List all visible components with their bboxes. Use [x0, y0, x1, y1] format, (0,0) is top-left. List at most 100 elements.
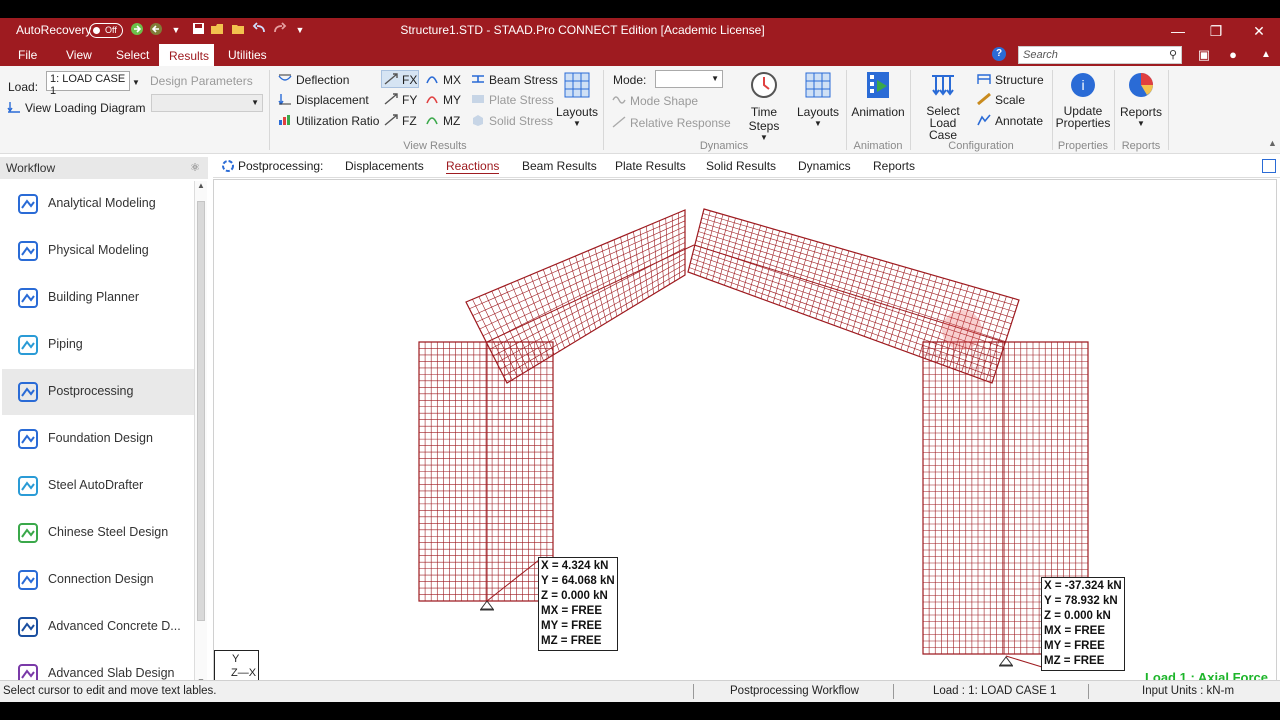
scale-button[interactable]: Scale: [977, 93, 1025, 107]
status-units: Input Units : kN-m: [1142, 685, 1235, 697]
scroll-up-icon[interactable]: ▲: [195, 181, 207, 195]
layouts-label: Layouts: [797, 105, 840, 119]
sidebar-item-postprocessing[interactable]: Postprocessing: [2, 369, 194, 415]
close-icon[interactable]: ✕: [1247, 21, 1271, 41]
community-icon[interactable]: ▣: [1196, 47, 1212, 63]
displacement-button[interactable]: Displacement: [278, 93, 369, 107]
divider: [1052, 70, 1053, 150]
reaction-label-right[interactable]: X = -37.324 kN Y = 78.932 kN Z = 0.000 kN M…: [1041, 577, 1125, 671]
select-load-case-button[interactable]: Select Load Case: [914, 70, 972, 141]
scrollbar-thumb[interactable]: [197, 201, 205, 621]
animation-group-label: Animation: [853, 140, 903, 152]
configuration-group-label: Configuration: [948, 140, 1014, 152]
tab-beam-results[interactable]: Beam Results: [522, 159, 597, 173]
restore-icon[interactable]: ❐: [1204, 21, 1228, 41]
postprocessing-tabbar: Postprocessing: Displacements Reactions …: [213, 156, 1280, 178]
layouts-icon: [805, 72, 831, 98]
tab-results[interactable]: Results: [159, 44, 214, 66]
mode-label: Mode:: [613, 73, 647, 87]
sidebar-item-physical-modeling[interactable]: Physical Modeling: [2, 228, 194, 274]
tab-solid-results[interactable]: Solid Results: [706, 159, 776, 173]
workflow-icon: [18, 288, 38, 308]
view-results-layouts-button[interactable]: Layouts ▼: [556, 70, 598, 128]
tab-utilities[interactable]: Utilities: [218, 44, 277, 66]
left-rafter[interactable]: [465, 209, 686, 384]
workflow-title: Workflow: [6, 161, 56, 175]
sidebar-item-chinese-steel-design[interactable]: Chinese Steel Design: [2, 510, 194, 556]
support-right[interactable]: [999, 656, 1013, 666]
sidebar-item-steel-autodrafter[interactable]: Steel AutoDrafter: [2, 463, 194, 509]
my-button[interactable]: MY: [425, 93, 461, 107]
tab-displacements[interactable]: Displacements: [345, 159, 424, 173]
fy-button[interactable]: FY: [384, 93, 417, 107]
sidebar-item-analytical-modeling[interactable]: Analytical Modeling: [2, 181, 194, 227]
time-steps-button[interactable]: Time Steps ▼: [735, 70, 793, 142]
tab-select[interactable]: Select: [106, 44, 159, 66]
reaction-line: MY = FREE: [541, 620, 602, 632]
window-title: Structure1.STD - STAAD.Pro CONNECT Editi…: [400, 23, 765, 37]
reaction-leader-left[interactable]: [486, 559, 540, 602]
workflow-icon: [18, 241, 38, 261]
divider: [1168, 70, 1169, 150]
sign-in-icon[interactable]: ●: [1225, 47, 1241, 63]
sidebar-item-advanced-concrete-d[interactable]: Advanced Concrete D...: [2, 604, 194, 650]
mode-shape-button[interactable]: Mode Shape: [612, 94, 698, 108]
solid-stress-label: Solid Stress: [489, 114, 554, 128]
layouts-icon: [564, 72, 590, 98]
sidebar-item-building-planner[interactable]: Building Planner: [2, 275, 194, 321]
tab-view[interactable]: View: [56, 44, 102, 66]
relative-response-button[interactable]: Relative Response: [612, 116, 731, 130]
load-case-select[interactable]: 1: LOAD CASE 1: [46, 71, 130, 97]
view-loading-diagram-button[interactable]: View Loading Diagram: [7, 101, 146, 115]
beam-stress-button[interactable]: Beam Stress: [471, 73, 558, 87]
animation-button[interactable]: Animation: [850, 70, 906, 119]
annotate-button[interactable]: Annotate: [977, 114, 1043, 128]
tab-file[interactable]: File: [8, 44, 47, 66]
fx-button[interactable]: FX: [384, 73, 417, 87]
mode-select[interactable]: ▼: [655, 70, 723, 88]
mx-button[interactable]: MX: [425, 73, 461, 87]
tab-plate-results[interactable]: Plate Results: [615, 159, 686, 173]
status-load: Load : 1: LOAD CASE 1: [933, 685, 1057, 697]
search-icon[interactable]: ⚲: [1169, 48, 1177, 61]
workflow-icon: [18, 476, 38, 496]
help-icon[interactable]: ?: [992, 47, 1006, 61]
load-case-dropdown-icon[interactable]: ▼: [132, 78, 140, 87]
collapse-ribbon-icon[interactable]: ▲: [1258, 47, 1274, 63]
search-input[interactable]: Search ⚲: [1018, 46, 1182, 64]
fz-button[interactable]: FZ: [384, 114, 417, 128]
plate-stress-label: Plate Stress: [489, 93, 554, 107]
solid-stress-button[interactable]: Solid Stress: [471, 114, 553, 128]
pin-icon[interactable]: ⚛: [190, 157, 200, 179]
my-label: MY: [443, 93, 461, 107]
plate-stress-button[interactable]: Plate Stress: [471, 93, 554, 107]
fz-label: FZ: [402, 114, 417, 128]
minimize-icon[interactable]: —: [1166, 21, 1190, 41]
update-properties-button[interactable]: i Update Properties: [1055, 70, 1111, 129]
sidebar-item-label: Advanced Slab Design: [48, 666, 175, 680]
structure-button[interactable]: Structure: [977, 73, 1044, 87]
workflow-scrollbar[interactable]: ▲ ▼: [194, 181, 207, 691]
reaction-line: Z = 0.000 kN: [541, 590, 608, 602]
reaction-label-left[interactable]: X = 4.324 kN Y = 64.068 kN Z = 0.000 kN MX …: [538, 557, 618, 651]
sidebar-item-connection-design[interactable]: Connection Design: [2, 557, 194, 603]
pie-chart-icon: [1129, 73, 1153, 97]
tab-dynamics[interactable]: Dynamics: [798, 159, 851, 173]
deflection-button[interactable]: Deflection: [278, 73, 349, 87]
utilization-ratio-button[interactable]: Utilization Ratio: [278, 114, 379, 128]
reaction-line: MY = FREE: [1044, 640, 1105, 652]
dynamics-layouts-button[interactable]: Layouts ▼: [797, 70, 839, 128]
sidebar-item-piping[interactable]: Piping: [2, 322, 194, 368]
search-placeholder: Search: [1023, 49, 1058, 61]
reports-button[interactable]: Reports ▼: [1117, 70, 1165, 128]
design-parameters-select[interactable]: ▼: [151, 94, 263, 112]
divider: [269, 70, 270, 150]
tab-reactions[interactable]: Reactions: [446, 159, 500, 174]
page-layout-icon[interactable]: [1262, 159, 1276, 173]
structure-viewport[interactable]: X = 4.324 kN Y = 64.068 kN Z = 0.000 kN MX …: [213, 179, 1277, 694]
mz-button[interactable]: MZ: [425, 114, 460, 128]
sidebar-item-foundation-design[interactable]: Foundation Design: [2, 416, 194, 462]
collapse-ribbon-icon[interactable]: ▲: [1268, 138, 1277, 148]
tab-reports[interactable]: Reports: [873, 159, 915, 173]
support-left[interactable]: [480, 600, 494, 610]
